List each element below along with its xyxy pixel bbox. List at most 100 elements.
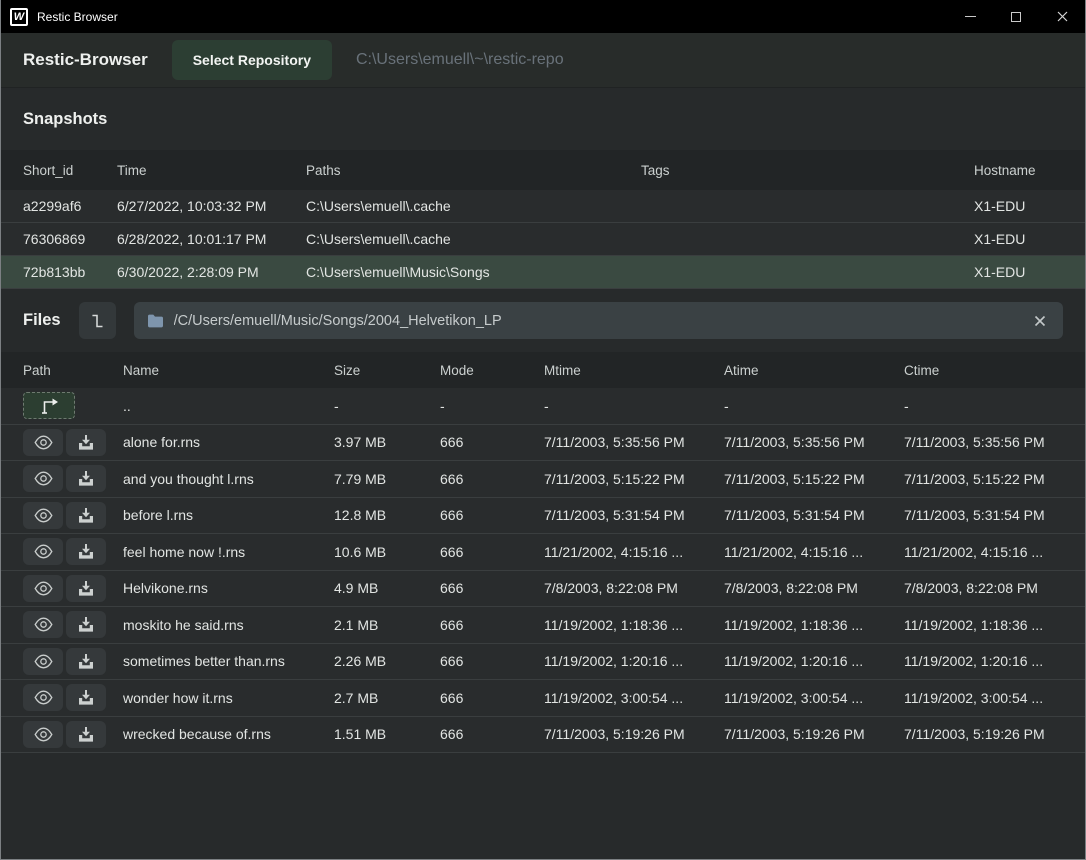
download-file-button[interactable] bbox=[66, 684, 106, 711]
download-icon bbox=[78, 471, 94, 486]
download-file-button[interactable] bbox=[66, 575, 106, 602]
snapshot-row[interactable]: 76306869 6/28/2022, 10:01:17 PM C:\Users… bbox=[1, 223, 1085, 256]
file-mode: 666 bbox=[440, 690, 544, 706]
file-name: before l.rns bbox=[123, 507, 334, 523]
files-section-header: Files /C/Users/emuell/Music/Songs/2004_H… bbox=[1, 289, 1085, 352]
col-paths: Paths bbox=[306, 163, 641, 178]
preview-file-button[interactable] bbox=[23, 465, 63, 492]
parent-mtime: - bbox=[544, 398, 724, 414]
file-name: wrecked because of.rns bbox=[123, 726, 334, 742]
file-row: alone for.rns 3.97 MB 666 7/11/2003, 5:3… bbox=[1, 425, 1085, 462]
eye-icon bbox=[34, 471, 53, 486]
eye-icon bbox=[34, 544, 53, 559]
file-atime: 7/8/2003, 8:22:08 PM bbox=[724, 580, 904, 596]
download-file-button[interactable] bbox=[66, 502, 106, 529]
col-tags: Tags bbox=[641, 163, 974, 178]
preview-file-button[interactable] bbox=[23, 538, 63, 565]
download-file-button[interactable] bbox=[66, 429, 106, 456]
select-repository-button[interactable]: Select Repository bbox=[172, 40, 332, 80]
download-file-button[interactable] bbox=[66, 538, 106, 565]
snapshot-time: 6/30/2022, 2:28:09 PM bbox=[117, 264, 306, 280]
titlebar[interactable]: W Restic Browser bbox=[1, 0, 1085, 33]
col-name: Name bbox=[123, 363, 334, 378]
parent-actions bbox=[23, 392, 123, 419]
eye-icon bbox=[34, 727, 53, 742]
file-actions bbox=[23, 575, 123, 602]
col-ctime: Ctime bbox=[904, 363, 1063, 378]
file-mtime: 7/8/2003, 8:22:08 PM bbox=[544, 580, 724, 596]
file-atime: 11/19/2002, 1:20:16 ... bbox=[724, 653, 904, 669]
close-button[interactable] bbox=[1039, 0, 1085, 33]
up-right-arrow-icon bbox=[39, 397, 59, 414]
breadcrumb-clear-button[interactable] bbox=[1030, 313, 1050, 329]
download-file-button[interactable] bbox=[66, 611, 106, 638]
snapshot-hostname: X1-EDU bbox=[974, 198, 1063, 214]
file-atime: 11/21/2002, 4:15:16 ... bbox=[724, 544, 904, 560]
parent-ctime: - bbox=[904, 398, 1063, 414]
snapshot-time: 6/28/2022, 10:01:17 PM bbox=[117, 231, 306, 247]
snapshots-table-body: a2299af6 6/27/2022, 10:03:32 PM C:\Users… bbox=[1, 190, 1085, 289]
file-size: 10.6 MB bbox=[334, 544, 440, 560]
preview-file-button[interactable] bbox=[23, 429, 63, 456]
clear-icon bbox=[1034, 315, 1046, 327]
preview-file-button[interactable] bbox=[23, 648, 63, 675]
snapshots-section-header: Snapshots bbox=[1, 88, 1085, 150]
file-ctime: 11/19/2002, 3:00:54 ... bbox=[904, 690, 1063, 706]
download-file-button[interactable] bbox=[66, 465, 106, 492]
file-actions bbox=[23, 538, 123, 565]
eye-icon bbox=[34, 581, 53, 596]
file-atime: 7/11/2003, 5:35:56 PM bbox=[724, 434, 904, 450]
app-logo-icon: W bbox=[10, 8, 28, 26]
preview-file-button[interactable] bbox=[23, 502, 63, 529]
preview-file-button[interactable] bbox=[23, 684, 63, 711]
snapshot-row[interactable]: 72b813bb 6/30/2022, 2:28:09 PM C:\Users\… bbox=[1, 256, 1085, 289]
file-mode: 666 bbox=[440, 434, 544, 450]
file-row: before l.rns 12.8 MB 666 7/11/2003, 5:31… bbox=[1, 498, 1085, 535]
file-actions bbox=[23, 429, 123, 456]
file-name: alone for.rns bbox=[123, 434, 334, 450]
snapshot-hostname: X1-EDU bbox=[974, 231, 1063, 247]
preview-file-button[interactable] bbox=[23, 721, 63, 748]
file-size: 3.97 MB bbox=[334, 434, 440, 450]
file-name: wonder how it.rns bbox=[123, 690, 334, 706]
file-tree-mode-button[interactable] bbox=[79, 302, 116, 339]
eye-icon bbox=[34, 435, 53, 450]
snapshot-paths: C:\Users\emuell\Music\Songs bbox=[306, 264, 641, 280]
empty-area bbox=[1, 753, 1085, 859]
file-row: wonder how it.rns 2.7 MB 666 11/19/2002,… bbox=[1, 680, 1085, 717]
snapshot-hostname: X1-EDU bbox=[974, 264, 1063, 280]
file-ctime: 11/19/2002, 1:20:16 ... bbox=[904, 653, 1063, 669]
file-name: and you thought l.rns bbox=[123, 471, 334, 487]
download-icon bbox=[78, 727, 94, 742]
file-atime: 7/11/2003, 5:15:22 PM bbox=[724, 471, 904, 487]
snapshot-row[interactable]: a2299af6 6/27/2022, 10:03:32 PM C:\Users… bbox=[1, 190, 1085, 223]
preview-file-button[interactable] bbox=[23, 575, 63, 602]
file-size: 2.26 MB bbox=[334, 653, 440, 669]
download-file-button[interactable] bbox=[66, 721, 106, 748]
minimize-button[interactable] bbox=[947, 0, 993, 33]
col-atime: Atime bbox=[724, 363, 904, 378]
download-icon bbox=[78, 435, 94, 450]
parent-size: - bbox=[334, 398, 440, 414]
download-icon bbox=[78, 654, 94, 669]
file-ctime: 11/21/2002, 4:15:16 ... bbox=[904, 544, 1063, 560]
preview-file-button[interactable] bbox=[23, 611, 63, 638]
col-mode: Mode bbox=[440, 363, 544, 378]
maximize-button[interactable] bbox=[993, 0, 1039, 33]
file-ctime: 7/11/2003, 5:35:56 PM bbox=[904, 434, 1063, 450]
snapshot-time: 6/27/2022, 10:03:32 PM bbox=[117, 198, 306, 214]
file-size: 2.7 MB bbox=[334, 690, 440, 706]
go-up-button[interactable] bbox=[23, 392, 75, 419]
file-mode: 666 bbox=[440, 617, 544, 633]
file-atime: 11/19/2002, 1:18:36 ... bbox=[724, 617, 904, 633]
file-actions bbox=[23, 611, 123, 638]
file-mode: 666 bbox=[440, 653, 544, 669]
download-icon bbox=[78, 581, 94, 596]
file-mtime: 7/11/2003, 5:15:22 PM bbox=[544, 471, 724, 487]
parent-atime: - bbox=[724, 398, 904, 414]
tree-glyph-icon bbox=[86, 310, 108, 332]
col-mtime: Mtime bbox=[544, 363, 724, 378]
path-breadcrumb[interactable]: /C/Users/emuell/Music/Songs/2004_Helveti… bbox=[134, 302, 1063, 339]
minimize-icon bbox=[965, 16, 976, 17]
download-file-button[interactable] bbox=[66, 648, 106, 675]
